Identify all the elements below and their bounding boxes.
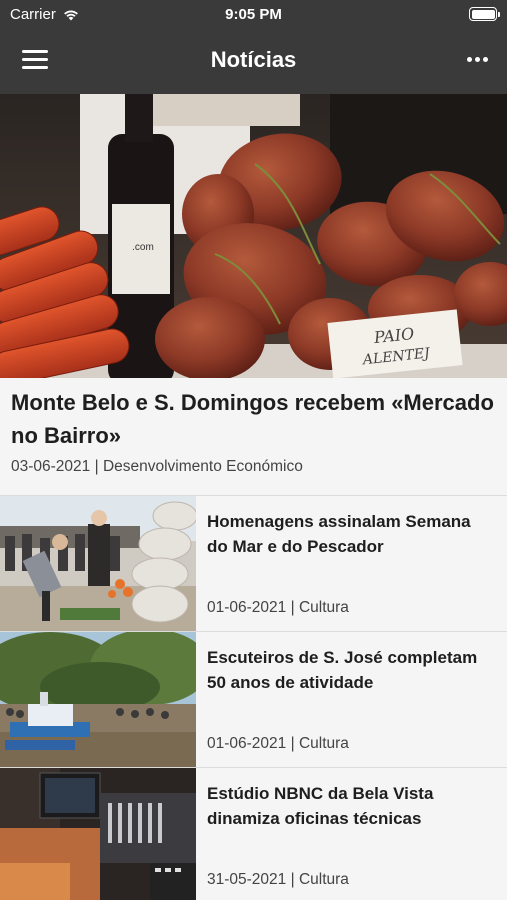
meta-separator: |	[286, 599, 299, 616]
status-time: 9:05 PM	[225, 6, 282, 23]
featured-category: Desenvolvimento Económico	[102, 458, 303, 475]
news-thumbnail	[0, 496, 196, 631]
meta-separator: |	[286, 735, 299, 752]
status-bar: Carrier 9:05 PM	[0, 0, 507, 30]
news-category: Cultura	[298, 871, 349, 888]
news-date: 01-06-2021	[207, 599, 287, 616]
battery-icon	[469, 7, 500, 21]
news-title: Estúdio NBNC da Bela Vista dinamiza ofic…	[207, 784, 434, 828]
svg-text:.com: .com	[132, 242, 154, 253]
featured-article[interactable]: .com PAIO ALENTEJ Monte Belo e S. Doming…	[0, 94, 507, 496]
news-title: Escuteiros de S. José completam 50 anos …	[207, 648, 478, 692]
featured-title: Monte Belo e S. Domingos recebem «Mercad…	[11, 390, 494, 448]
news-category: Cultura	[298, 735, 349, 752]
more-options-icon[interactable]	[465, 52, 489, 66]
news-list-item[interactable]: Escuteiros de S. José completam 50 anos …	[0, 632, 507, 768]
news-thumbnail	[0, 768, 196, 900]
news-title: Homenagens assinalam Semana do Mar e do …	[207, 512, 471, 556]
featured-date: 03-06-2021	[11, 458, 91, 475]
featured-image: .com PAIO ALENTEJ	[0, 94, 507, 378]
news-thumbnail	[0, 632, 196, 767]
news-category: Cultura	[298, 599, 349, 616]
featured-meta: 03-06-2021 | Desenvolvimento Económico	[0, 452, 507, 495]
news-list-item[interactable]: Estúdio NBNC da Bela Vista dinamiza ofic…	[0, 768, 507, 900]
meta-separator: |	[286, 871, 299, 888]
news-date: 01-06-2021	[207, 735, 287, 752]
news-meta: 01-06-2021 | Cultura	[207, 735, 349, 753]
news-meta: 31-05-2021 | Cultura	[207, 871, 349, 889]
news-list-item[interactable]: Homenagens assinalam Semana do Mar e do …	[0, 496, 507, 632]
page-title: Notícias	[210, 47, 297, 72]
navigation-bar: Notícias	[0, 30, 507, 94]
news-meta: 01-06-2021 | Cultura	[207, 599, 349, 617]
news-date: 31-05-2021	[207, 871, 287, 888]
news-list[interactable]: .com PAIO ALENTEJ Monte Belo e S. Doming…	[0, 94, 507, 900]
meta-separator: |	[90, 458, 103, 475]
